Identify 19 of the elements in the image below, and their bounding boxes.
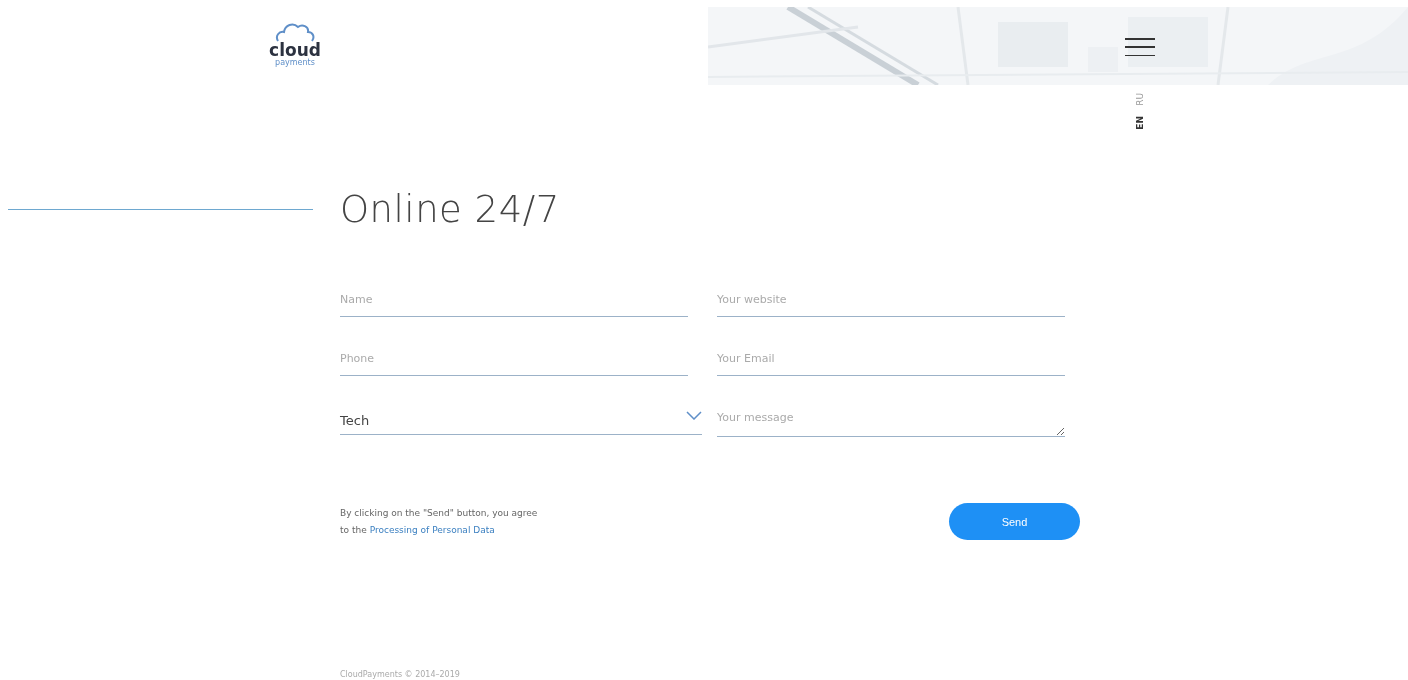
page-heading: Online 24/7 [340,188,560,231]
menu-button[interactable] [1125,38,1155,56]
chevron-icon [686,411,702,420]
dropdown[interactable]: Tech [340,401,702,435]
cloud-icon [275,22,315,42]
input-field[interactable]: Phone [340,342,688,376]
input-field[interactable]: Your Email [717,342,1065,376]
input-field[interactable]: Name [340,283,688,317]
logo-text: cloud [269,42,321,58]
language-link[interactable]: EN [1135,115,1149,130]
message-field[interactable]: Your message [717,401,1065,437]
consent-text: By clicking on the "Send" button, you agree [340,506,538,520]
logo-subtitle: payments [275,58,315,67]
consent-text: to the [340,524,367,535]
privacy-link[interactable]: Processing of Personal Data [369,524,495,535]
language-link[interactable]: RU [1135,93,1149,106]
input-field[interactable]: Your website [717,283,1065,317]
copyright-text: CloudPayments © 2014–2019 [340,670,460,679]
send-button[interactable]: Send [949,503,1080,540]
